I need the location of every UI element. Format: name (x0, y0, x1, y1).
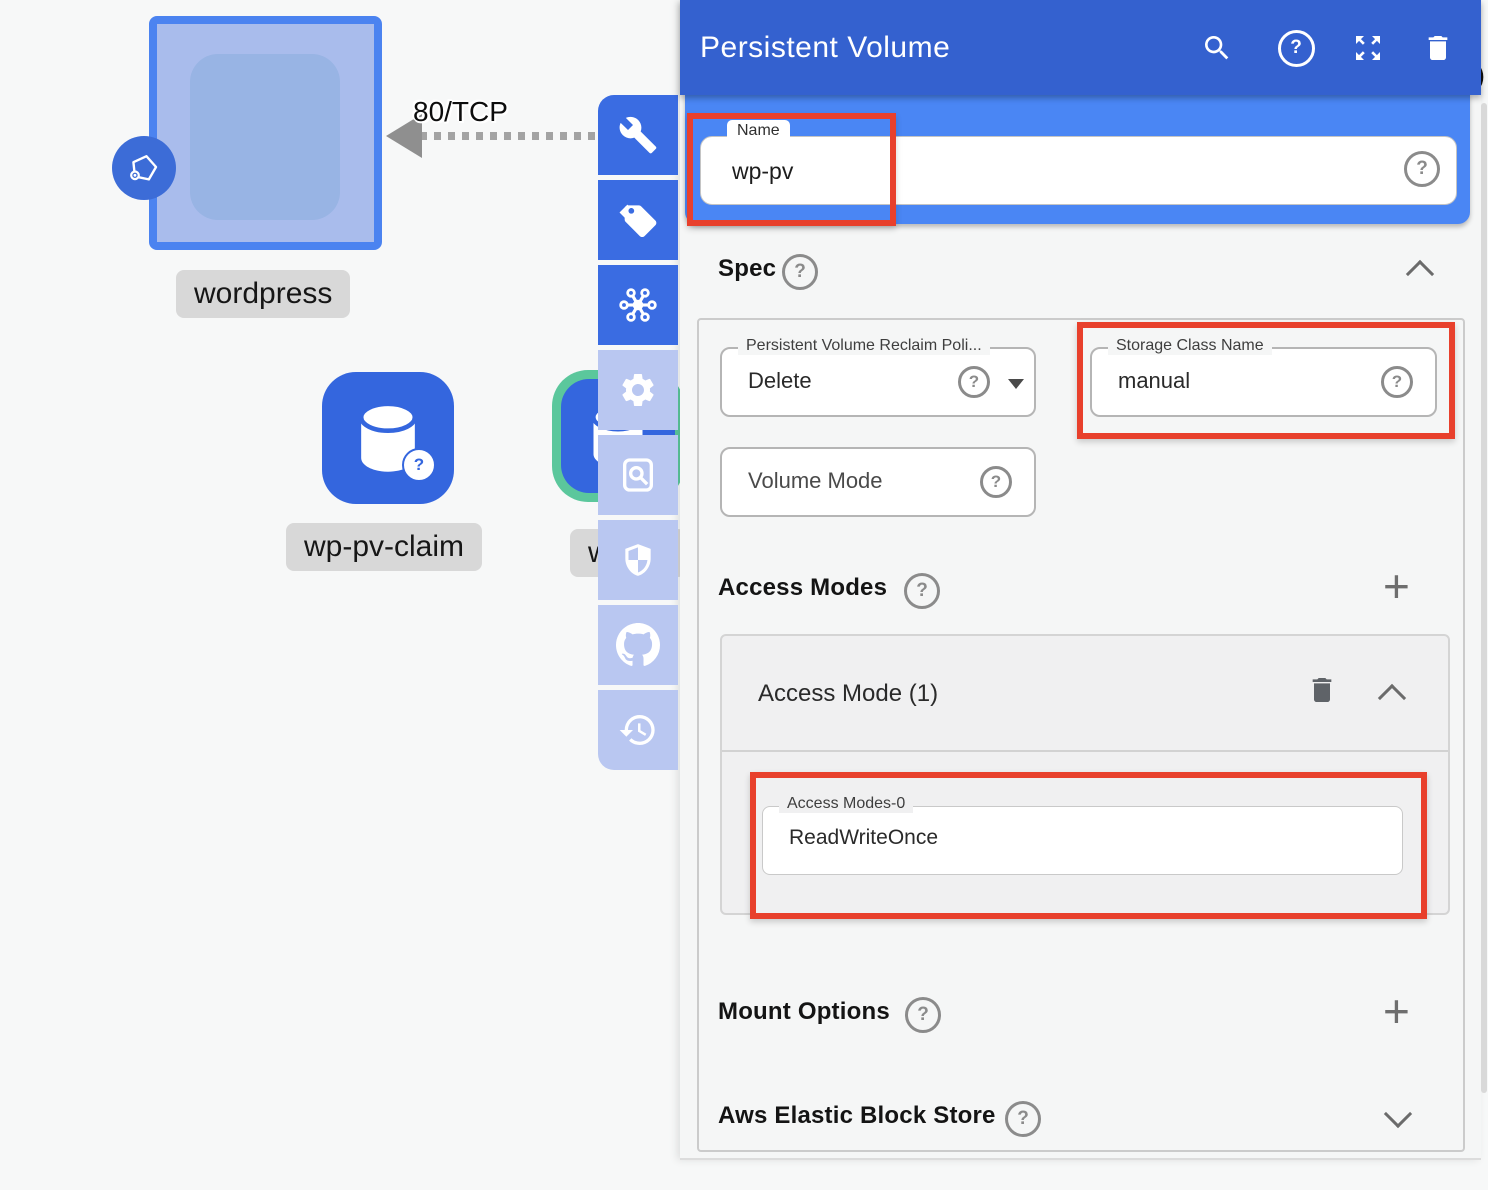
toolbar-history-button[interactable] (598, 690, 678, 770)
access-modes-help-button[interactable]: ? (904, 573, 940, 609)
access-mode-delete-button[interactable] (1306, 674, 1338, 711)
toolbar-network-button[interactable] (598, 265, 678, 345)
search-icon (1201, 32, 1233, 64)
claim-question-badge: ? (402, 448, 436, 482)
trash-icon (1422, 32, 1454, 64)
reclaim-policy-value: Delete (748, 368, 812, 394)
app-root: wordpress 80/TCP ? wp-pv-claim wp-pv (0, 0, 1488, 1190)
highlight-access-mode (750, 772, 1427, 919)
toolbar-github-button[interactable] (598, 605, 678, 685)
wordpress-inner-square (190, 54, 340, 220)
highlight-storage-class (1077, 322, 1455, 439)
wrench-icon (618, 115, 658, 155)
toolbar-inspect-button[interactable] (598, 435, 678, 515)
document-search-icon (618, 455, 658, 495)
reclaim-policy-select[interactable]: Persistent Volume Reclaim Poli... Delete… (720, 347, 1036, 417)
help-icon: ? (958, 366, 990, 398)
toolbar-security-button[interactable] (598, 520, 678, 600)
name-help-button[interactable]: ? (1404, 151, 1440, 187)
toolbar-settings-button[interactable] (598, 350, 678, 430)
volume-mode-input[interactable]: Volume Mode ? (720, 447, 1036, 517)
diagram-toolbar (598, 95, 678, 775)
mount-options-help-button[interactable]: ? (905, 997, 941, 1033)
access-modes-title: Access Modes (718, 574, 887, 602)
spec-title: Spec (718, 255, 776, 283)
delete-button[interactable] (1414, 24, 1462, 72)
reclaim-policy-label: Persistent Volume Reclaim Poli... (738, 337, 990, 355)
help-icon: ? (1005, 1101, 1041, 1137)
shield-icon (619, 541, 657, 579)
help-icon: ? (1404, 151, 1440, 187)
panel-title: Persistent Volume (700, 31, 950, 65)
panel-scrollbar[interactable] (1481, 103, 1487, 1093)
history-icon (618, 710, 658, 750)
edge-dotted-line (420, 132, 600, 140)
reclaim-help-button[interactable]: ? (958, 366, 990, 398)
wp-pv-claim-label: wp-pv-claim (286, 523, 482, 571)
gear-icon (618, 370, 658, 410)
access-mode-card-header[interactable]: Access Mode (1) (722, 636, 1448, 752)
trash-icon (1306, 674, 1338, 706)
help-icon: ? (1278, 30, 1315, 67)
node-wordpress[interactable] (149, 16, 382, 250)
toolbar-wrench-button[interactable] (598, 95, 678, 175)
panel-header: Persistent Volume ? (680, 0, 1481, 95)
wordpress-label: wordpress (176, 270, 350, 318)
tag-icon (618, 200, 658, 240)
add-mount-option-button[interactable]: + (1383, 988, 1410, 1034)
aws-ebs-title: Aws Elastic Block Store (718, 1102, 996, 1130)
help-icon: ? (905, 997, 941, 1033)
edge-port-label: 80/TCP (413, 96, 508, 128)
volume-mode-label: Volume Mode (748, 468, 883, 494)
access-mode-card-title: Access Mode (1) (758, 680, 938, 708)
help-icon: ? (980, 466, 1012, 498)
toolbar-tag-button[interactable] (598, 180, 678, 260)
help-icon: ? (782, 254, 818, 290)
mount-options-title: Mount Options (718, 998, 890, 1026)
dropdown-caret-icon (1008, 379, 1024, 389)
add-access-mode-button[interactable]: + (1383, 563, 1410, 609)
access-mode-collapse-chevron-icon[interactable] (1378, 684, 1406, 712)
search-button[interactable] (1193, 24, 1241, 72)
help-icon: ? (904, 573, 940, 609)
github-icon (616, 623, 660, 667)
fullscreen-icon (1352, 32, 1384, 64)
aws-ebs-help-button[interactable]: ? (1005, 1101, 1041, 1137)
node-wp-pv-claim[interactable]: ? (322, 372, 454, 504)
spec-help-button[interactable]: ? (782, 254, 818, 290)
network-hub-icon (617, 284, 659, 326)
pod-pentagon-icon (112, 136, 176, 200)
fullscreen-button[interactable] (1344, 24, 1392, 72)
volume-mode-help-button[interactable]: ? (980, 466, 1012, 498)
highlight-name-field (687, 113, 896, 226)
help-button[interactable]: ? (1272, 24, 1320, 72)
